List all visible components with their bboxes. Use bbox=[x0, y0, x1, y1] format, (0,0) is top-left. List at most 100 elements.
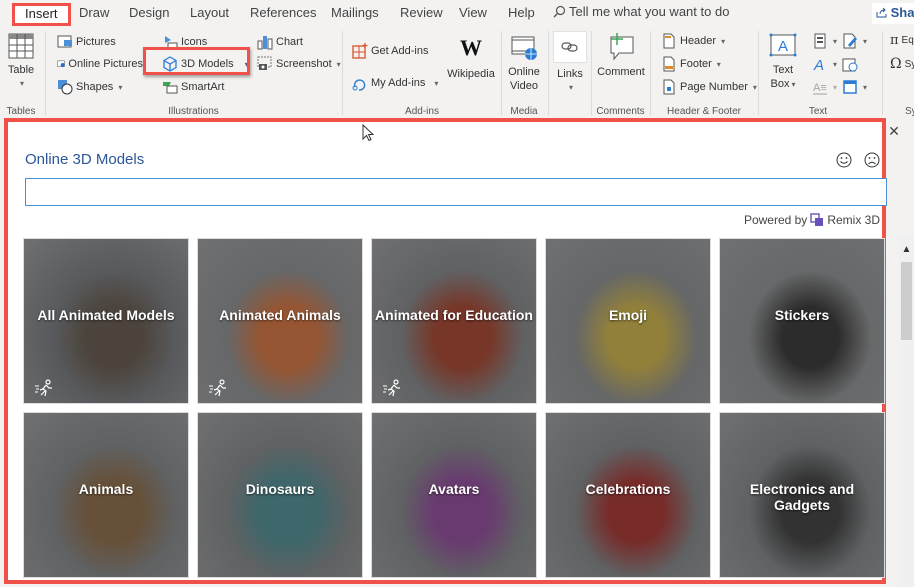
tab-design[interactable]: Design bbox=[129, 4, 169, 24]
category-tile[interactable]: Animated for Education bbox=[371, 238, 537, 404]
category-tile[interactable]: Celebrations bbox=[545, 412, 711, 578]
pi-icon: π bbox=[890, 33, 899, 48]
pictures-button[interactable]: Pictures bbox=[57, 34, 116, 50]
category-tile[interactable]: Stickers bbox=[719, 238, 885, 404]
tab-layout[interactable]: Layout bbox=[190, 4, 229, 24]
powered-by-label: Powered by bbox=[743, 213, 808, 227]
tab-view[interactable]: View bbox=[459, 4, 487, 24]
chevron-down-icon: ▾ bbox=[19, 79, 24, 88]
online-video-label-1: Online bbox=[508, 66, 540, 78]
drop-cap-icon: A≡ bbox=[813, 82, 827, 95]
chevron-down-icon: ▾ bbox=[863, 82, 868, 92]
close-icon[interactable]: ✕ bbox=[887, 123, 901, 140]
tab-review[interactable]: Review bbox=[400, 4, 443, 24]
tile-label: Emoji bbox=[608, 307, 648, 323]
online-video-button[interactable]: Online Video bbox=[506, 35, 542, 93]
scrollbar-thumb[interactable] bbox=[901, 262, 912, 340]
group-label-add-ins: Add-ins bbox=[405, 106, 439, 117]
category-tile[interactable]: Electronics and Gadgets bbox=[719, 412, 885, 578]
shapes-icon bbox=[58, 80, 73, 95]
table-label: Table bbox=[7, 64, 35, 76]
smartart-button[interactable]: SmartArt bbox=[162, 79, 224, 95]
link-icon bbox=[561, 42, 578, 52]
comment-icon bbox=[610, 33, 634, 61]
chart-button[interactable]: Chart bbox=[257, 34, 303, 50]
tab-help[interactable]: Help bbox=[508, 4, 535, 24]
category-tile[interactable]: All Animated Models bbox=[23, 238, 189, 404]
tell-me-search[interactable]: Tell me what you want to do bbox=[553, 4, 729, 19]
tab-mailings[interactable]: Mailings bbox=[331, 4, 379, 24]
chevron-down-icon: ▾ bbox=[833, 59, 838, 69]
chevron-down-icon: ▾ bbox=[833, 36, 838, 46]
share-icon bbox=[876, 7, 887, 18]
group-label-media: Media bbox=[510, 106, 538, 117]
insert-ribbon: Table ▾ Tables Pictures Online Pictures … bbox=[0, 27, 914, 119]
svg-text:A≡: A≡ bbox=[813, 82, 827, 94]
svg-text:A: A bbox=[813, 57, 824, 72]
links-label-button[interactable]: Links ▾ bbox=[553, 67, 587, 95]
pictures-label: Pictures bbox=[76, 36, 116, 48]
scroll-up-icon[interactable]: ▲ bbox=[899, 244, 914, 255]
screenshot-button[interactable]: Screenshot ▾ bbox=[257, 56, 341, 72]
omega-icon: Ω bbox=[890, 56, 902, 72]
tab-references[interactable]: References bbox=[250, 4, 316, 24]
tile-label: Animated Animals bbox=[219, 307, 341, 323]
header-button[interactable]: Header ▾ bbox=[661, 33, 725, 49]
date-time-button[interactable] bbox=[842, 56, 858, 72]
symbol-button[interactable]: ΩSymbol bbox=[890, 56, 914, 72]
chart-icon bbox=[257, 36, 273, 50]
text-box-button[interactable]: A Text Box ▾ bbox=[766, 33, 800, 92]
group-divider bbox=[591, 31, 592, 115]
object-button[interactable]: ▾ bbox=[842, 79, 867, 95]
dialog-title: Online 3D Models bbox=[25, 151, 145, 168]
model-search-input[interactable] bbox=[25, 178, 887, 206]
group-divider bbox=[501, 31, 502, 115]
category-tile[interactable]: Dinosaurs bbox=[197, 412, 363, 578]
footer-button[interactable]: Footer ▾ bbox=[661, 56, 721, 72]
text-box-icon: A bbox=[769, 33, 797, 57]
signature-line-button[interactable]: ▾ bbox=[842, 33, 867, 49]
store-icon bbox=[352, 43, 368, 59]
group-divider bbox=[342, 31, 343, 115]
quick-parts-button[interactable]: ▾ bbox=[812, 33, 837, 49]
tab-insert[interactable]: Insert bbox=[12, 3, 71, 26]
get-add-ins-button[interactable]: Get Add-ins bbox=[352, 43, 428, 59]
vertical-scrollbar[interactable]: ▲ bbox=[899, 236, 914, 587]
wikipedia-button[interactable]: W Wikipedia bbox=[445, 35, 497, 81]
smile-feedback-icon[interactable] bbox=[836, 152, 852, 168]
category-tile[interactable]: Avatars bbox=[371, 412, 537, 578]
footer-label: Footer bbox=[680, 58, 712, 70]
drop-cap-button[interactable]: A≡ ▾ bbox=[812, 79, 837, 95]
category-tile[interactable]: Animated Animals bbox=[197, 238, 363, 404]
page-number-button[interactable]: Page Number ▾ bbox=[661, 79, 757, 95]
screenshot-label: Screenshot bbox=[276, 58, 332, 70]
category-tile[interactable]: Animals bbox=[23, 412, 189, 578]
symbol-label: Symbol bbox=[904, 58, 914, 70]
group-divider bbox=[548, 31, 549, 115]
text-box-label-2: Box ▾ bbox=[770, 78, 796, 90]
online-pictures-icon bbox=[57, 60, 65, 68]
share-button[interactable]: Share bbox=[872, 3, 914, 24]
comment-button[interactable]: Comment bbox=[595, 31, 647, 79]
links-button[interactable] bbox=[553, 31, 587, 63]
footer-icon bbox=[663, 56, 675, 72]
frown-feedback-icon[interactable] bbox=[864, 152, 880, 168]
powered-by: Powered by Remix 3D bbox=[744, 213, 880, 227]
shapes-button[interactable]: Shapes ▾ bbox=[57, 79, 122, 95]
add-ins-icon bbox=[352, 79, 366, 91]
chevron-down-icon: ▾ bbox=[568, 83, 573, 92]
tile-label: Animated for Education bbox=[375, 307, 533, 323]
online-pictures-button[interactable]: Online Pictures bbox=[57, 56, 143, 72]
tile-label: Dinosaurs bbox=[245, 481, 315, 497]
calendar-icon bbox=[842, 58, 858, 72]
svg-text:A: A bbox=[778, 38, 788, 55]
category-tile[interactable]: Emoji bbox=[545, 238, 711, 404]
comment-label: Comment bbox=[597, 66, 645, 78]
chevron-down-icon: ▾ bbox=[434, 78, 439, 88]
equation-button[interactable]: πEquation bbox=[890, 33, 914, 48]
table-button[interactable]: Table ▾ bbox=[6, 33, 36, 91]
tab-draw[interactable]: Draw bbox=[79, 4, 109, 24]
wikipedia-label: Wikipedia bbox=[447, 68, 495, 80]
wordart-button[interactable]: A ▾ bbox=[812, 56, 837, 72]
my-add-ins-button[interactable]: My Add-ins ▾ bbox=[352, 75, 438, 91]
